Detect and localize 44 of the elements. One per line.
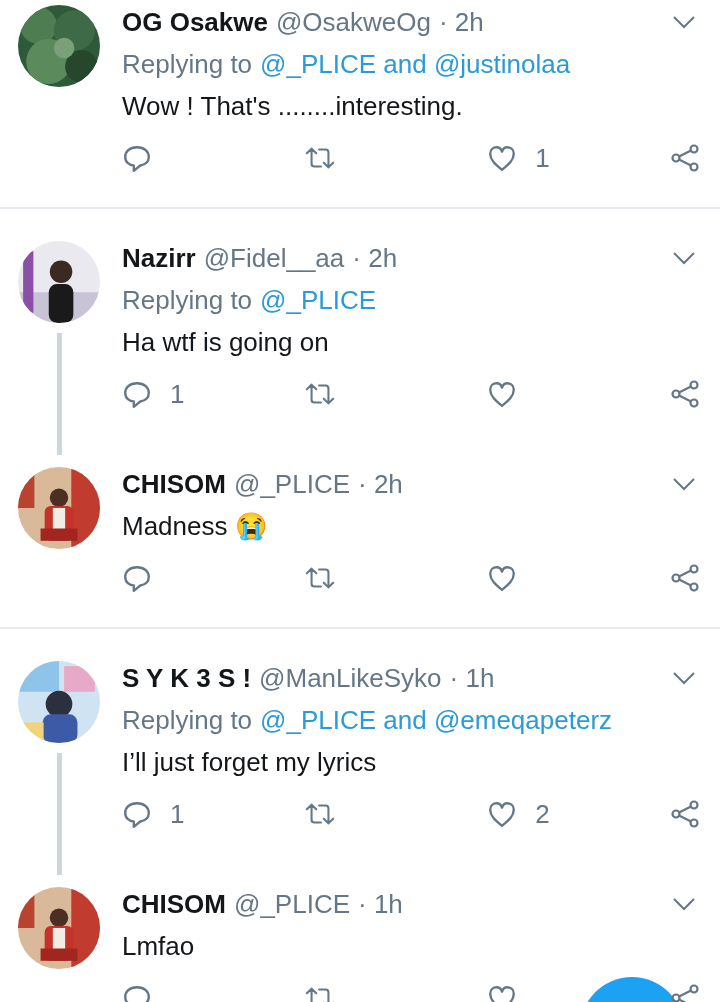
chevron-down-icon[interactable] xyxy=(672,251,696,265)
replying-to-label: Replying to xyxy=(122,284,253,316)
tweet-text: Ha wtf is going on xyxy=(122,325,330,359)
user-name[interactable]: OG Osakwe xyxy=(122,6,268,38)
replying-to-label: Replying to xyxy=(122,704,253,736)
reply-icon[interactable] xyxy=(122,379,152,409)
heart-icon[interactable] xyxy=(487,143,518,173)
user-handle: @OsakweOg xyxy=(275,6,431,38)
user-handle: @_PLICE xyxy=(234,888,350,920)
post-time: · 1h xyxy=(358,888,403,920)
user-name[interactable]: CHISOM xyxy=(122,468,226,500)
share-icon[interactable] xyxy=(670,379,700,409)
chevron-down-icon[interactable] xyxy=(672,15,696,29)
heart-icon[interactable] xyxy=(487,799,518,829)
post-time: · 2h xyxy=(358,468,403,500)
reply-icon[interactable] xyxy=(122,563,152,593)
share-icon[interactable] xyxy=(670,563,700,593)
reply-count: 1 xyxy=(170,378,185,410)
reply-count: 1 xyxy=(170,798,185,830)
tweet-text: Madness 😭 xyxy=(122,509,268,543)
like-count: 2 xyxy=(535,798,550,830)
post-time: · 1h xyxy=(449,662,495,694)
tweet-text: Wow ! That's ........interesting. xyxy=(122,89,464,123)
tweet-text: I’ll just forget my lyrics xyxy=(122,745,378,779)
reply-icon[interactable] xyxy=(122,799,152,829)
heart-icon[interactable] xyxy=(487,379,518,409)
user-name[interactable]: CHISOM xyxy=(122,888,226,920)
post-time: · 2h xyxy=(352,242,398,274)
share-icon[interactable] xyxy=(670,799,700,829)
user-handle: @_PLICE xyxy=(234,468,350,500)
heart-icon[interactable] xyxy=(487,563,518,593)
user-name[interactable]: S Y K 3 S ! xyxy=(122,662,252,694)
chevron-down-icon[interactable] xyxy=(672,671,696,685)
tweet-text: Lmfao xyxy=(122,929,196,963)
chevron-down-icon[interactable] xyxy=(672,897,696,911)
reply-icon[interactable] xyxy=(122,143,152,173)
user-name[interactable]: Nazirr xyxy=(122,242,196,274)
user-handle: @ManLikeSyko xyxy=(259,662,442,694)
chevron-down-icon[interactable] xyxy=(672,477,696,491)
share-icon[interactable] xyxy=(670,143,700,173)
post-time: · 2h xyxy=(438,6,484,38)
replying-to-label: Replying to xyxy=(122,48,253,80)
user-handle: @Fidel__aa xyxy=(203,242,345,274)
like-count: 1 xyxy=(535,142,550,174)
